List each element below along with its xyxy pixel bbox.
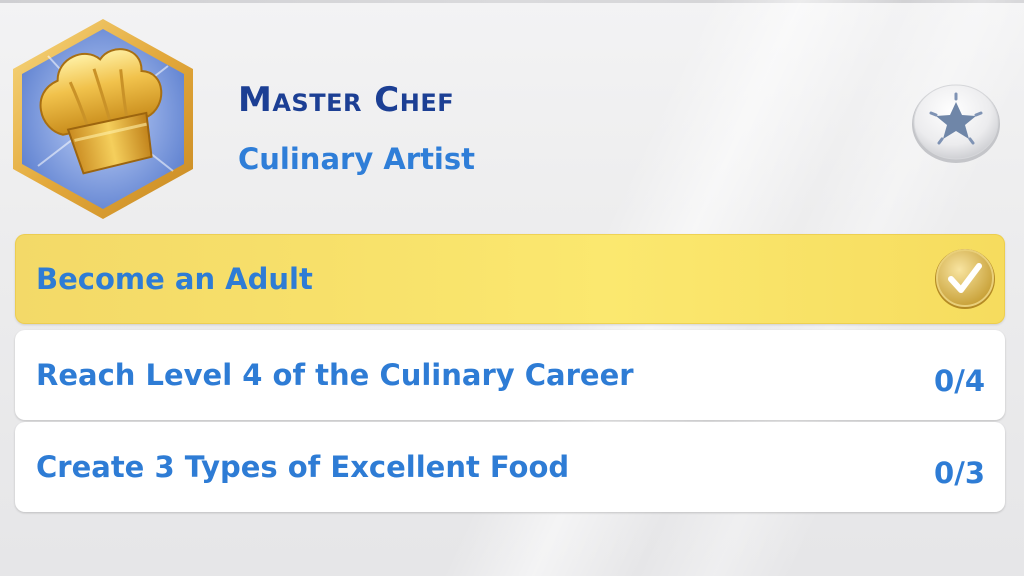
goal-label: Reach Level 4 of the Culinary Career [36, 358, 634, 392]
goal-progress: 0/3 [934, 456, 985, 490]
checkmark-icon [933, 247, 997, 311]
goal-label: Become an Adult [36, 262, 313, 296]
goal-row-excellent-food[interactable]: Create 3 Types of Excellent Food 0/3 [15, 422, 1005, 512]
aspiration-category: Culinary Artist [238, 142, 475, 176]
aspiration-badge [8, 16, 198, 222]
goal-label: Create 3 Types of Excellent Food [36, 450, 570, 484]
goal-row-become-adult[interactable]: Become an Adult [15, 234, 1005, 324]
goal-row-culinary-career[interactable]: Reach Level 4 of the Culinary Career 0/4 [15, 330, 1005, 420]
top-edge [0, 0, 1024, 3]
star-icon [912, 84, 1000, 163]
aspiration-title: Master Chef [238, 80, 455, 120]
goal-progress: 0/4 [934, 364, 985, 398]
favorite-star-button[interactable] [910, 80, 1002, 164]
chef-hat-icon [13, 19, 193, 219]
